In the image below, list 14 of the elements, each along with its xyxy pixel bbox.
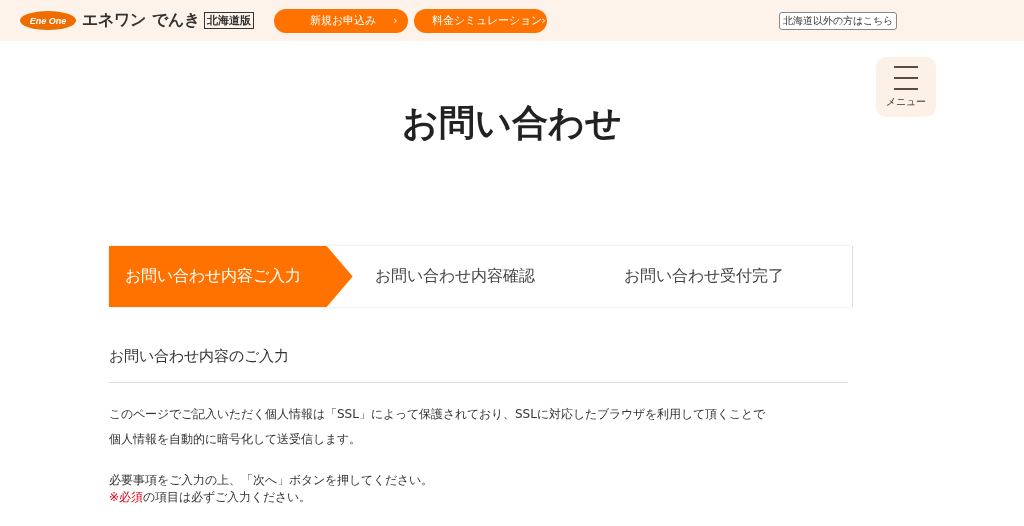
instruction-text: 必要事項をご入力の上、「次へ」ボタンを押してください。: [109, 472, 434, 489]
step-item: お問い合わせ内容ご入力: [109, 246, 353, 307]
page-title: お問い合わせ: [402, 103, 622, 145]
brand-name: エネワン でんき: [82, 10, 200, 31]
logo-mark: Ene One: [20, 11, 76, 30]
intro-text: 個人情報を自動的に暗号化して送受信します。: [109, 431, 362, 448]
region-link[interactable]: 北海道以外の方はこちら: [779, 11, 897, 30]
step-item: お問い合わせ受付完了: [576, 246, 852, 307]
menu-icon: [893, 65, 919, 91]
section-title: お問い合わせ内容のご入力: [109, 347, 848, 383]
menu-button[interactable]: メニュー: [876, 57, 936, 117]
edition-label: 北海道版: [203, 12, 254, 29]
intro-text: このページでご記入いただく個人情報は「SSL」によって保護されており、SSLに対応したブラウザを利用して頂くことで: [109, 406, 766, 423]
required-note: ※必須の項目は必ずご入力ください。: [109, 489, 313, 506]
